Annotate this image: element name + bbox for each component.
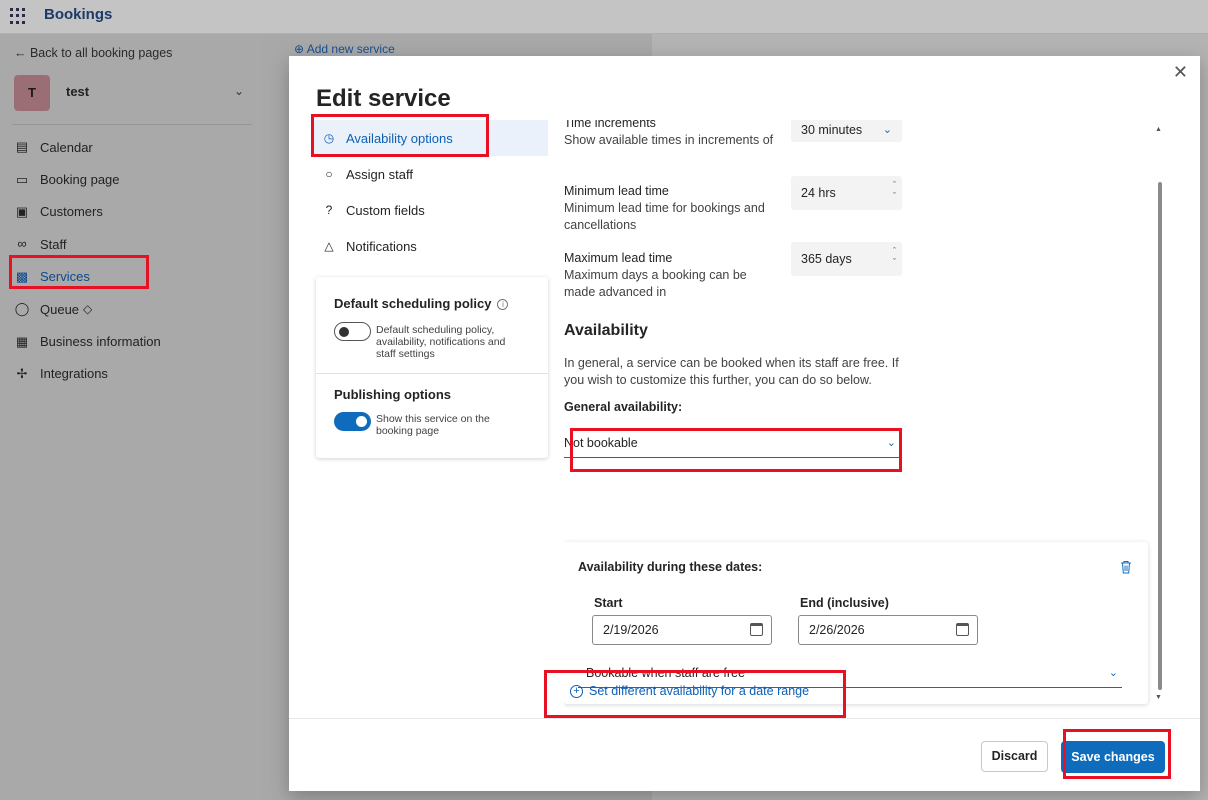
min-lead-value: 24 hrs <box>801 186 836 200</box>
nav-item-label: Customers <box>40 204 103 220</box>
chevron-down-icon: ⌄ <box>1108 667 1118 679</box>
time-increments-dropdown[interactable]: 30 minutes ⌄ <box>791 120 902 142</box>
footer-divider <box>289 718 1200 719</box>
building-icon: ▦ <box>15 333 29 349</box>
calendar-icon[interactable] <box>956 623 969 636</box>
diamond-icon: ◇ <box>83 302 93 317</box>
save-highlight-box <box>1063 729 1171 779</box>
start-label: Start <box>594 596 623 610</box>
app-launcher-icon[interactable] <box>10 8 26 24</box>
calendar-icon: ▤ <box>15 139 29 155</box>
scroll-down-icon[interactable]: ▼ <box>1155 694 1162 701</box>
end-label: End (inclusive) <box>800 596 889 610</box>
nav-item-calendar[interactable]: ▤ Calendar <box>14 131 161 163</box>
availability-title: Availability <box>564 322 648 339</box>
app-top-bar: Bookings <box>0 0 1208 34</box>
nav-item-label: Calendar <box>40 139 93 155</box>
nav-item-label: Booking page <box>40 172 120 188</box>
max-lead-stepper[interactable]: 365 days ˆˇ <box>791 242 902 276</box>
stepper-arrows-icon[interactable]: ˆˇ <box>893 246 896 268</box>
time-increments-value: 30 minutes <box>801 123 863 137</box>
max-lead-label: Maximum lead time <box>564 251 673 265</box>
general-availability-label: General availability: <box>564 400 683 414</box>
end-date-input[interactable]: 2/26/2026 <box>798 615 978 645</box>
min-lead-row: Minimum lead time Minimum lead time for … <box>564 183 779 234</box>
general-availability-highlight-box <box>570 428 902 472</box>
scroll-up-icon[interactable]: ▲ <box>1155 126 1162 133</box>
policy-title: Default scheduling policy i <box>334 296 509 311</box>
min-lead-desc: Minimum lead time for bookings and cance… <box>564 201 765 232</box>
avatar: T <box>14 75 50 111</box>
menu-notifications[interactable]: △ Notifications <box>314 228 548 264</box>
availability-description: In general, a service can be booked when… <box>564 356 899 387</box>
end-date-value: 2/26/2026 <box>809 623 865 637</box>
stepper-arrows-icon[interactable]: ˆˇ <box>893 180 896 202</box>
back-to-booking-pages-link[interactable]: ← Back to all booking pages <box>14 46 172 60</box>
question-circle-icon: ? <box>325 203 333 217</box>
min-lead-stepper[interactable]: 24 hrs ˆˇ <box>791 176 902 210</box>
nav-item-label: Queue <box>40 301 80 317</box>
publishing-options-title: Publishing options <box>334 387 451 402</box>
dates-title: Availability during these dates: <box>578 560 763 574</box>
info-icon[interactable]: i <box>497 299 509 310</box>
scroll-thumb[interactable] <box>1158 182 1162 690</box>
content-scrollbar[interactable]: ▲ ▼ <box>1155 120 1165 716</box>
menu-custom-fields[interactable]: ? Custom fields <box>314 192 548 228</box>
nav-item-label: Business information <box>40 334 161 350</box>
nav-item-business-information[interactable]: ▦ Business information <box>14 325 161 357</box>
max-lead-desc: Maximum days a booking can be made advan… <box>564 268 747 299</box>
nav-item-queue[interactable]: ◯ Queue ◇ <box>14 293 161 325</box>
queue-icon: ◯ <box>14 301 30 317</box>
card-divider <box>316 373 548 374</box>
availability-options-highlight-box <box>311 114 489 157</box>
nav-item-integrations[interactable]: ✢ Integrations <box>14 358 161 390</box>
nav-item-label: Integrations <box>40 366 108 382</box>
nav-item-customers[interactable]: ▣ Customers <box>14 196 161 228</box>
discard-button[interactable]: Discard <box>981 741 1048 772</box>
close-icon[interactable]: ✕ <box>1173 62 1188 83</box>
person-icon: ○ <box>325 167 333 181</box>
services-highlight-box <box>9 255 149 289</box>
policy-title-text: Default scheduling policy <box>334 296 492 311</box>
scheduling-policy-card: Default scheduling policy i Default sched… <box>316 277 548 458</box>
delete-icon[interactable] <box>1120 560 1132 574</box>
account-name: test <box>66 84 90 99</box>
bell-icon: △ <box>324 239 334 253</box>
people-icon: ∞ <box>17 236 27 252</box>
account-selector[interactable]: T test ⌄ <box>14 72 254 114</box>
default-policy-toggle[interactable] <box>334 322 371 341</box>
availability-content[interactable]: Time increments Show available times in … <box>564 120 1164 716</box>
chevron-down-icon: ⌄ <box>882 124 892 136</box>
left-nav: ← Back to all booking pages T test ⌄ ▤ C… <box>0 34 262 800</box>
publishing-toggle[interactable] <box>334 412 371 431</box>
dialog-title: Edit service <box>316 85 451 112</box>
contact-card-icon: ▣ <box>15 203 29 219</box>
menu-item-label: Assign staff <box>346 166 413 182</box>
nav-item-label: Staff <box>40 236 67 252</box>
start-date-input[interactable]: 2/19/2026 <box>592 615 772 645</box>
add-new-service-link[interactable]: ⊕ Add new service <box>294 42 395 56</box>
calendar-icon[interactable] <box>750 623 763 636</box>
default-policy-toggle-text: Default scheduling policy, availability,… <box>376 324 506 360</box>
menu-item-label: Notifications <box>346 238 417 254</box>
chevron-down-icon: ⌄ <box>234 84 245 98</box>
add-range-highlight-box <box>544 670 846 718</box>
menu-item-label: Custom fields <box>346 202 425 218</box>
edit-service-dialog: ✕ Edit service ◷ Availability options ○ … <box>289 56 1200 791</box>
integrations-icon: ✢ <box>16 365 28 381</box>
min-lead-label: Minimum lead time <box>564 184 669 198</box>
app-title[interactable]: Bookings <box>44 6 112 23</box>
max-lead-value: 365 days <box>801 252 852 266</box>
publishing-toggle-text: Show this service on the booking page <box>376 413 490 437</box>
nav-item-booking-page[interactable]: ▭ Booking page <box>14 163 161 195</box>
menu-assign-staff[interactable]: ○ Assign staff <box>314 156 548 192</box>
max-lead-row: Maximum lead time Maximum days a booking… <box>564 250 769 301</box>
monitor-icon: ▭ <box>15 171 29 187</box>
start-date-value: 2/19/2026 <box>603 623 659 637</box>
nav-divider <box>12 124 252 125</box>
